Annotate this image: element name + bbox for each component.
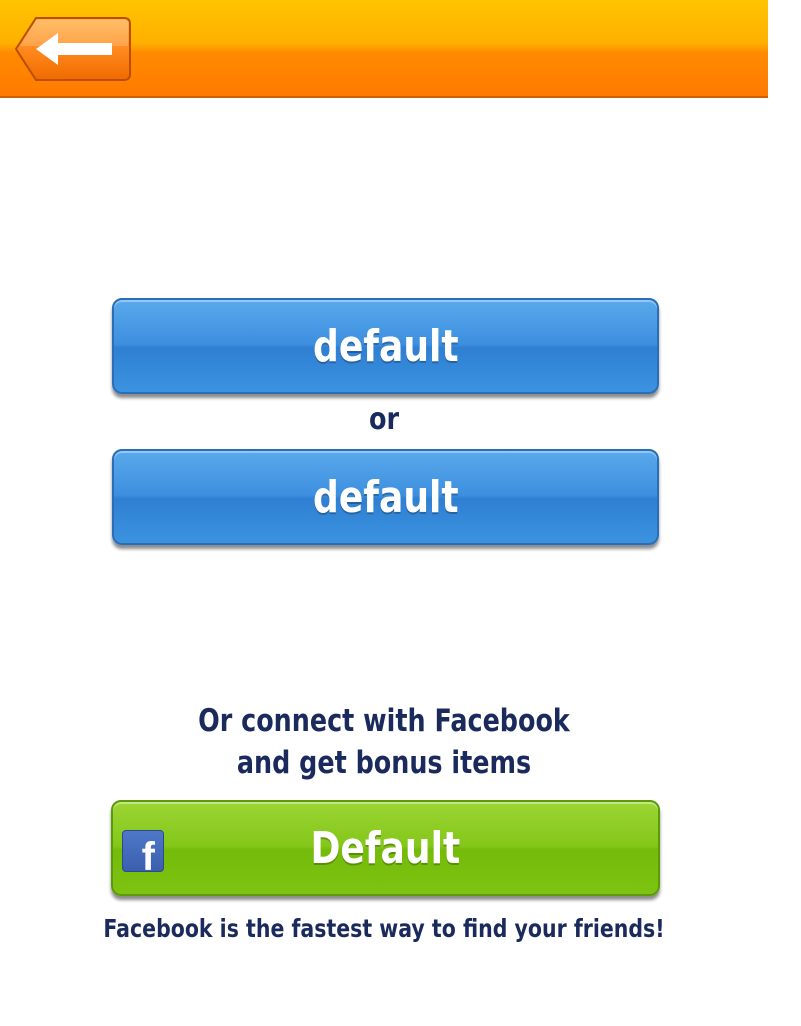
facebook-icon-letter: f xyxy=(141,835,155,872)
facebook-icon: f xyxy=(122,830,164,872)
facebook-prompt-line1: Or connect with Facebook xyxy=(198,703,570,739)
primary-default-button-label: default xyxy=(312,320,459,372)
facebook-prompt: Or connect with Facebook and get bonus i… xyxy=(69,700,699,784)
facebook-prompt-line2: and get bonus items xyxy=(236,745,532,781)
or-separator: or xyxy=(368,402,400,437)
primary-default-button[interactable]: default xyxy=(112,298,659,394)
header-bar xyxy=(0,0,768,98)
secondary-default-button[interactable]: default xyxy=(112,449,659,545)
back-button[interactable] xyxy=(14,16,132,82)
facebook-note: Facebook is the fastest way to find your… xyxy=(103,914,665,943)
facebook-connect-button-label: Default xyxy=(310,822,461,874)
back-arrow-icon xyxy=(14,17,131,81)
secondary-default-button-label: default xyxy=(312,471,459,523)
facebook-connect-button[interactable]: f Default xyxy=(111,800,660,896)
